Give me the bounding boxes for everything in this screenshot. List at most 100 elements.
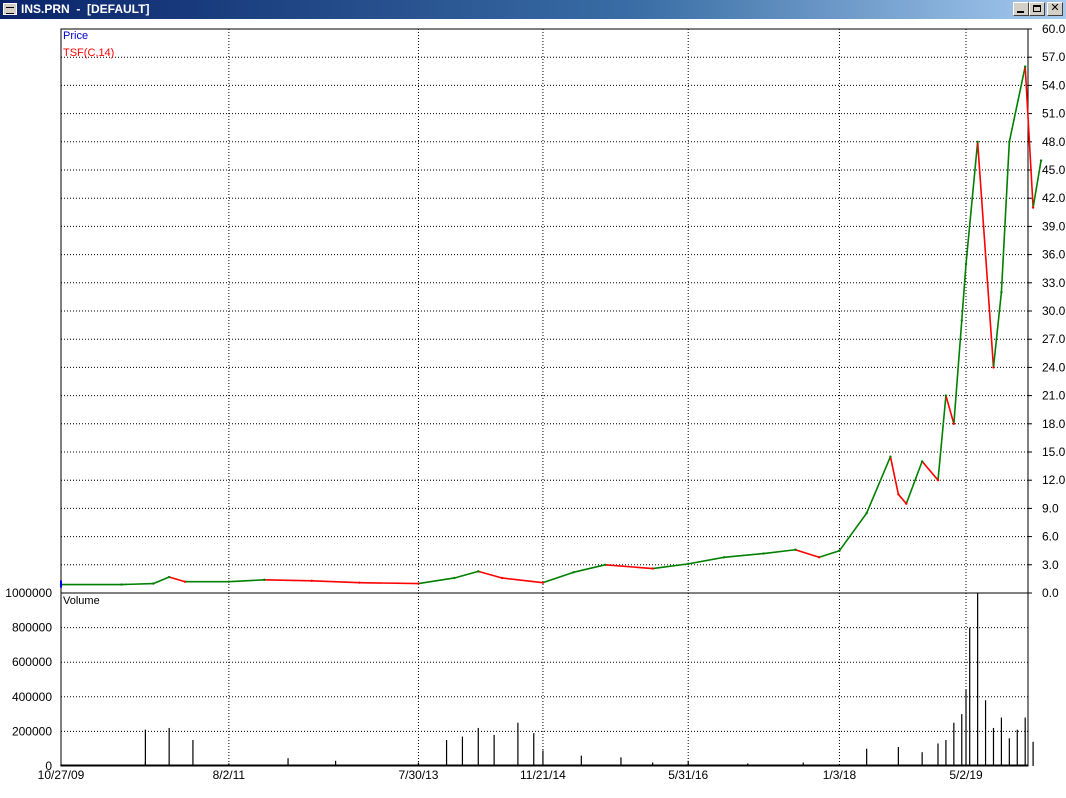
tsf-segment <box>152 576 170 585</box>
tsf-segment <box>992 292 1003 368</box>
tsf-segment <box>905 461 923 504</box>
price-tick-label: 18.0 <box>1042 417 1066 431</box>
price-tick-label: 60.0 <box>1042 22 1066 36</box>
tsf-point <box>889 455 892 458</box>
price-tick-label: 42.0 <box>1042 191 1066 205</box>
tsf-point <box>944 394 948 397</box>
tsf-point <box>417 582 420 585</box>
tsf-segment <box>573 564 606 574</box>
x-tick-label: 5/2/19 <box>949 768 983 782</box>
tsf-point <box>477 570 480 573</box>
tsf-segment <box>965 141 979 265</box>
tsf-point <box>310 579 314 582</box>
x-tick-label: 8/2/11 <box>213 768 246 782</box>
price-tick-label: 24.0 <box>1042 360 1066 374</box>
tsf-segment <box>501 577 544 584</box>
tsf-segment <box>228 579 265 583</box>
tsf-point <box>263 578 266 582</box>
price-tick-label: 33.0 <box>1042 276 1066 290</box>
price-tick-label: 57.0 <box>1042 50 1066 64</box>
legend-price: Price <box>63 30 89 42</box>
close-button[interactable]: ✕ <box>1047 2 1063 16</box>
tsf-segment <box>1024 66 1034 208</box>
tsf-segment <box>838 512 868 552</box>
maximize-button[interactable] <box>1029 2 1045 16</box>
tsf-point <box>120 583 123 586</box>
price-tick-label: 48.0 <box>1042 135 1066 149</box>
tsf-point <box>897 493 900 496</box>
price-tick-label: 6.0 <box>1042 530 1059 544</box>
tsf-segment <box>454 570 479 579</box>
tsf-point <box>1023 65 1027 68</box>
tsf-segment <box>264 579 312 582</box>
minimize-button[interactable] <box>1013 2 1029 16</box>
x-tick-label: 5/31/16 <box>668 768 708 782</box>
tsf-segment <box>795 548 820 559</box>
volume-tick-label: 200000 <box>12 724 52 738</box>
tsf-point <box>1000 291 1003 294</box>
price-tick-label: 39.0 <box>1042 219 1066 233</box>
price-tick-label: 30.0 <box>1042 304 1066 318</box>
chart-area: 60.0 57.0 54.0 51.0 48.0 45.0 42.0 39.0 36.0 33.0… <box>0 19 1066 793</box>
volume-tick-label: 1000000 <box>5 586 52 600</box>
price-tick-label: 54.0 <box>1042 78 1066 92</box>
tsf-point <box>603 563 607 566</box>
minimize-icon <box>1017 11 1024 13</box>
price-tick-label: 12.0 <box>1042 473 1066 487</box>
tsf-point <box>905 502 908 505</box>
x-tick-label: 11/21/14 <box>520 768 566 782</box>
tsf-segment <box>1008 66 1026 142</box>
tsf-segment <box>1000 141 1011 293</box>
tsf-point <box>960 319 963 322</box>
price-tick-label: 21.0 <box>1042 389 1066 403</box>
tsf-point <box>500 576 504 580</box>
tsf-segment <box>688 556 725 565</box>
tsf-point <box>1031 206 1035 209</box>
x-tick-label: 7/30/13 <box>398 768 438 782</box>
tsf-point <box>762 552 765 555</box>
title-bar[interactable]: INS.PRN - [DEFAULT] ✕ <box>0 0 1066 19</box>
legend-tsf: TSF(C,14) <box>63 47 115 59</box>
tsf-point <box>817 556 821 559</box>
tsf-segment <box>945 395 955 425</box>
x-tick-label: 10/27/09 <box>38 768 85 782</box>
tsf-point <box>838 549 841 552</box>
tsf-point <box>651 567 654 570</box>
tsf-segment <box>311 579 360 584</box>
tsf-segment <box>897 493 907 505</box>
app-icon[interactable] <box>3 3 17 15</box>
close-icon: ✕ <box>1050 1 1060 14</box>
volume-tick-label: 400000 <box>12 690 52 704</box>
tsf-segment <box>1032 160 1042 208</box>
tsf-point <box>183 580 187 583</box>
tsf-point <box>992 366 995 369</box>
tsf-segment <box>960 263 967 321</box>
tsf-segment <box>418 577 455 585</box>
tsf-point <box>976 140 979 143</box>
price-panel: 60.0 57.0 54.0 51.0 48.0 45.0 42.0 39.0 36.0 33.0… <box>59 22 1066 600</box>
tsf-segment <box>889 456 900 495</box>
tsf-point <box>920 460 924 463</box>
tsf-segment <box>865 456 892 514</box>
price-tick-label: 27.0 <box>1042 332 1066 346</box>
tsf-point <box>964 262 968 266</box>
tsf-point <box>572 571 575 574</box>
tsf-point <box>952 422 956 425</box>
x-tick-label: 1/3/18 <box>823 768 857 782</box>
volume-tick-label: 800000 <box>12 621 52 635</box>
tsf-segment <box>478 570 503 579</box>
tsf-segment <box>953 320 963 424</box>
tsf-segment <box>121 582 154 586</box>
tsf-point <box>167 575 171 579</box>
window-title: INS.PRN - [DEFAULT] <box>21 2 150 16</box>
tsf-point <box>865 511 868 515</box>
chart-window: INS.PRN - [DEFAULT] ✕ 60.0 57.0 54.0 51.0 48… <box>0 0 1066 793</box>
tsf-segment <box>605 564 653 570</box>
tsf-point <box>358 581 361 584</box>
maximize-icon <box>1033 5 1041 12</box>
tsf-segment <box>723 552 764 559</box>
tsf-segment <box>921 460 939 481</box>
tsf-segment <box>937 395 947 481</box>
chart-svg: 60.0 57.0 54.0 51.0 48.0 45.0 42.0 39.0 36.0 33.0… <box>5 22 1066 782</box>
price-tick-label: 0.0 <box>1042 586 1059 600</box>
